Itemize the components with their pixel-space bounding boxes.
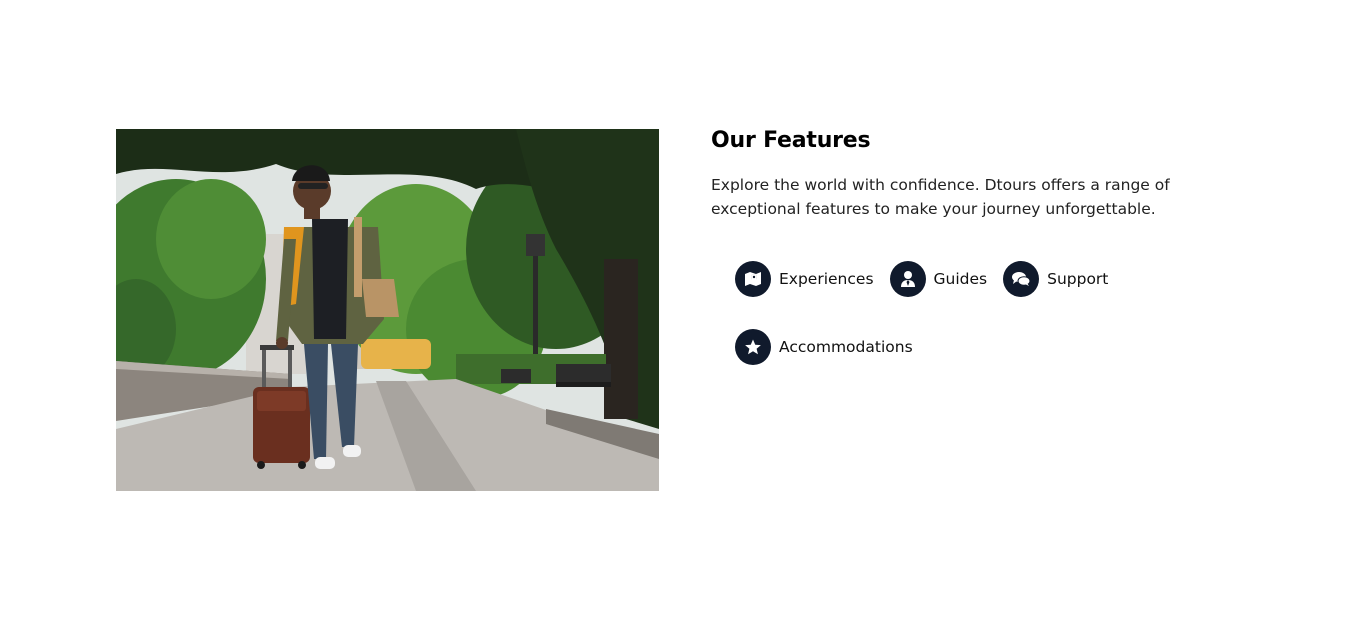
section-description: Explore the world with confidence. Dtour… [711,176,1170,218]
features-row-1: Experiences Guides Support [735,260,1155,298]
feature-label-guides: Guides [933,270,988,288]
section-title: Our Features [711,128,871,153]
features-content: Our Features Explore the world with conf… [711,126,1211,221]
feature-guides[interactable]: Guides [889,261,988,297]
star-icon [735,329,771,365]
feature-support[interactable]: Support [1003,261,1108,297]
feature-label-experiences: Experiences [779,270,874,288]
map-marker-icon [735,261,771,297]
features-list: Experiences Guides Support Accommodation… [735,260,1155,396]
feature-experiences[interactable]: Experiences [735,261,874,297]
feature-accommodations[interactable]: Accommodations [735,329,913,365]
features-row-2: Accommodations [735,328,1155,366]
feature-label-accommodations: Accommodations [779,338,913,356]
features-section: Our Features Explore the world with conf… [0,0,1366,633]
traveler-photo [116,129,659,491]
chat-bubbles-icon [1003,261,1040,297]
feature-label-support: Support [1047,270,1109,288]
user-tie-icon [889,261,926,297]
